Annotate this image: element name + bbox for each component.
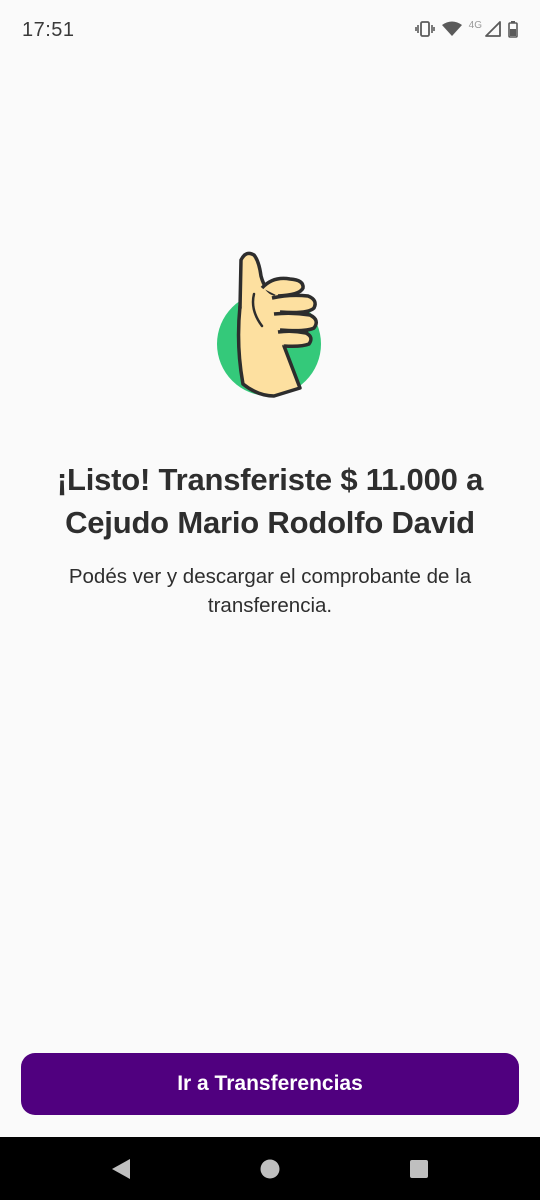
status-icons: 4G [414, 19, 518, 38]
page-subtitle: Podés ver y descargar el comprobante de … [68, 565, 472, 617]
home-icon[interactable] [259, 1158, 281, 1180]
battery-icon [508, 20, 518, 38]
wifi-icon [441, 21, 462, 37]
status-time: 17:51 [22, 18, 75, 41]
network-type-label: 4G [468, 19, 482, 31]
go-to-transfers-button[interactable]: Ir a Transferencias [21, 1053, 519, 1115]
status-bar: 17:51 4G [0, 0, 540, 58]
recents-icon[interactable] [408, 1158, 430, 1180]
vibrate-icon [414, 21, 435, 37]
system-nav-bar [0, 1137, 540, 1200]
back-icon[interactable] [110, 1158, 132, 1180]
page-title: ¡Listo! Transferiste $ 11.000 a Cejudo M… [56, 462, 484, 540]
success-screen: 17:51 4G ¡Listo! Transferiste $ 11.000 a… [0, 0, 540, 1200]
thumbs-up-icon [210, 246, 328, 402]
signal-icon [485, 21, 501, 37]
